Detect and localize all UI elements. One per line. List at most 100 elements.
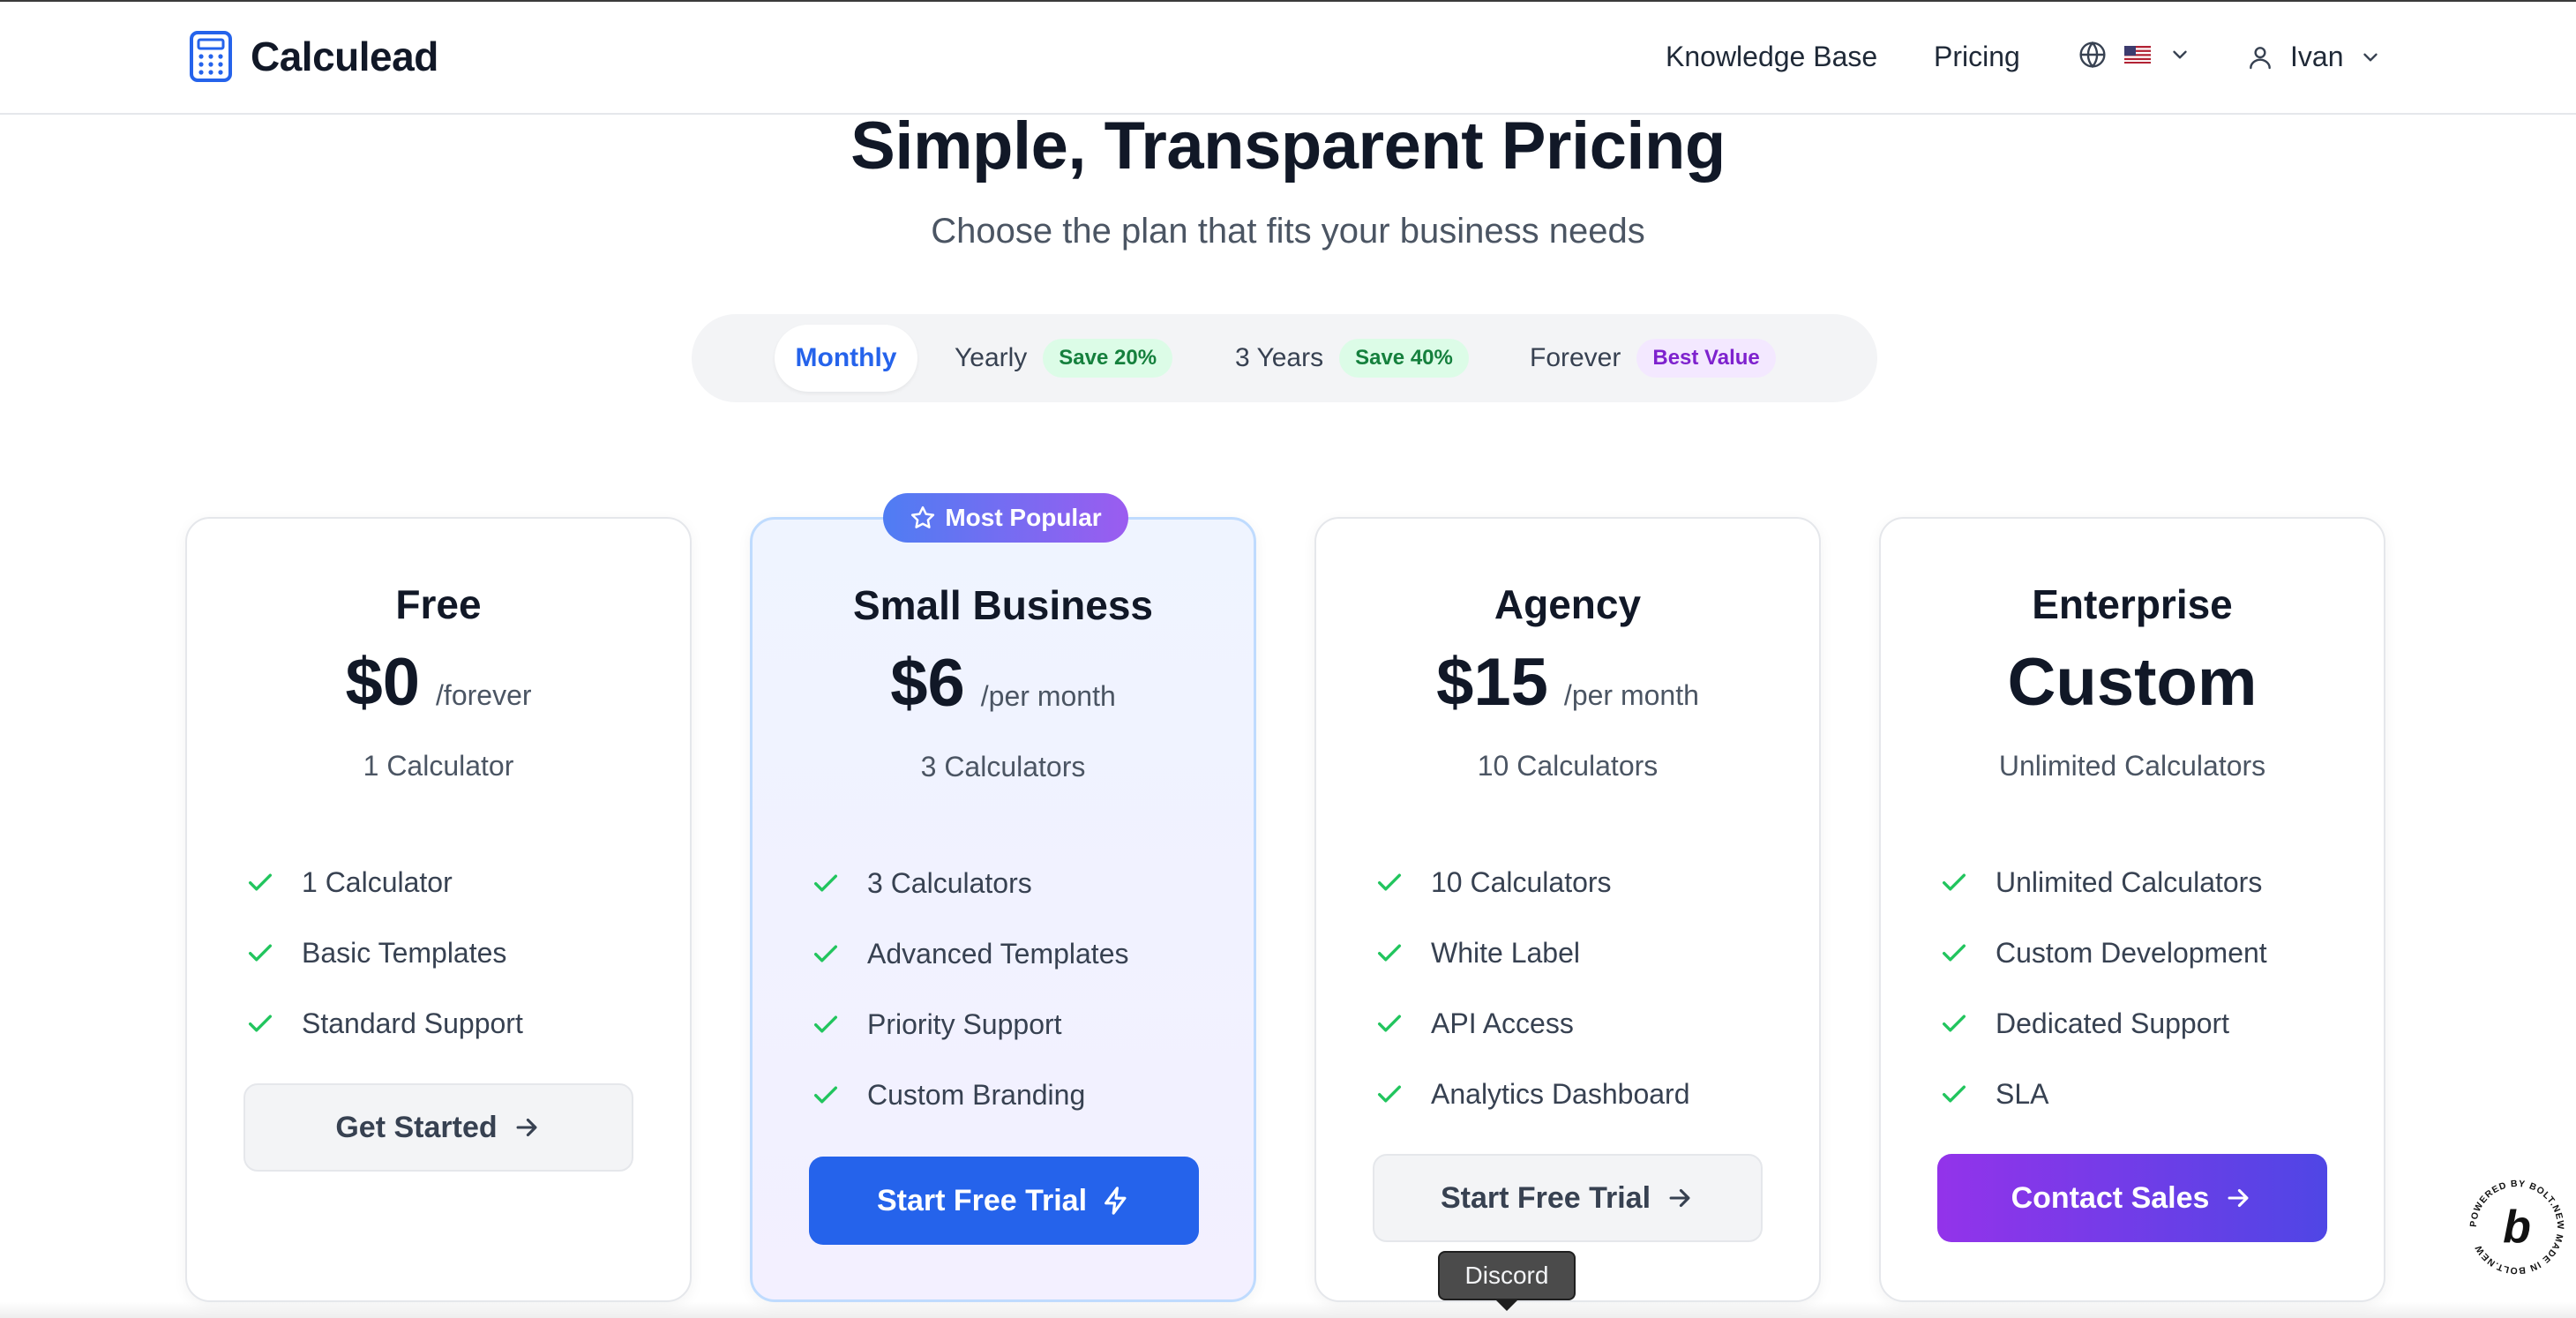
bolt-badge[interactable]: POWERED BY BOLT.NEW MADE IN BOLT.NEW b <box>2461 1172 2572 1283</box>
user-name: Ivan <box>2290 41 2344 72</box>
feature-item: API Access <box>1374 988 1689 1059</box>
arrow-right-icon <box>516 1118 537 1137</box>
check-icon <box>813 1086 838 1104</box>
plan-card-free: Free $0 /forever 1 Calculator 1 Calculat… <box>185 517 692 1302</box>
button-label: Contact Sales <box>2011 1180 2210 1215</box>
feature-text: Basic Templates <box>302 936 507 969</box>
billing-option-3-years[interactable]: 3 Years Save 40% <box>1235 325 1469 392</box>
billing-period-toggle: Monthly Yearly Save 20% 3 Years Save 40%… <box>692 314 1877 402</box>
feature-list: 3 Calculators Advanced Templates Priorit… <box>811 848 1128 1130</box>
feature-text: Priority Support <box>867 1007 1062 1040</box>
arrow-right-icon <box>2228 1188 2249 1208</box>
calculator-count: 1 Calculator <box>363 750 514 782</box>
plan-name: Small Business <box>852 582 1154 628</box>
best-value-badge: Best Value <box>1636 339 1776 378</box>
start-free-trial-button[interactable]: Start Free Trial <box>1373 1154 1763 1242</box>
most-popular-badge: Most Popular <box>883 493 1128 543</box>
discord-tooltip: Discord <box>1438 1251 1576 1300</box>
billing-option-monthly[interactable]: Monthly <box>775 325 917 392</box>
top-navbar: Calculead Knowledge Base Pricing Ivan <box>0 0 2576 115</box>
billing-option-label: Monthly <box>795 343 897 372</box>
feature-list: 10 Calculators White Label API Access An… <box>1374 847 1689 1129</box>
brand-name: Calculead <box>251 34 438 79</box>
user-icon <box>2250 46 2271 69</box>
check-icon <box>1942 873 1966 891</box>
button-label: Get Started <box>335 1110 498 1144</box>
arrow-right-icon <box>1669 1188 1690 1208</box>
feature-list: 1 Calculator Basic Templates Standard Su… <box>245 847 523 1059</box>
bottom-edge-shadow <box>0 1302 2576 1318</box>
check-icon <box>813 874 838 892</box>
check-icon <box>1377 873 1402 891</box>
feature-item: 1 Calculator <box>245 847 523 917</box>
start-free-trial-button[interactable]: Start Free Trial <box>809 1157 1199 1245</box>
check-icon <box>248 873 273 891</box>
feature-text: Advanced Templates <box>867 937 1129 970</box>
savings-badge: Save 20% <box>1043 339 1173 378</box>
get-started-button[interactable]: Get Started <box>243 1083 633 1172</box>
feature-text: Custom Development <box>1996 936 2267 969</box>
feature-text: SLA <box>1996 1077 2049 1110</box>
nav-pricing[interactable]: Pricing <box>1934 41 2020 73</box>
feature-text: Standard Support <box>302 1007 523 1039</box>
plan-price: Custom <box>2007 645 2258 720</box>
globe-icon <box>2079 41 2106 69</box>
feature-text: White Label <box>1431 936 1580 969</box>
plan-period: /per month <box>1563 679 1699 711</box>
feature-item: Basic Templates <box>245 917 523 988</box>
badge-label: Most Popular <box>945 504 1102 531</box>
language-selector[interactable] <box>2078 41 2191 69</box>
calculator-icon <box>190 31 232 82</box>
bolt-logo-icon: POWERED BY BOLT.NEW MADE IN BOLT.NEW b <box>2464 1174 2570 1280</box>
us-flag-icon <box>2124 46 2151 64</box>
feature-item: Priority Support <box>811 989 1128 1060</box>
price-row: Custom <box>1881 644 2384 721</box>
billing-option-yearly[interactable]: Yearly Save 20% <box>955 325 1173 392</box>
feature-list: Unlimited Calculators Custom Development… <box>1939 847 2267 1129</box>
feature-text: 3 Calculators <box>867 866 1032 899</box>
user-menu[interactable]: Ivan <box>2246 41 2382 73</box>
feature-item: Custom Development <box>1939 917 2267 988</box>
chevron-down-icon <box>2173 50 2187 59</box>
check-icon <box>248 944 273 962</box>
feature-item: White Label <box>1374 917 1689 988</box>
feature-item: 3 Calculators <box>811 848 1128 918</box>
billing-option-forever[interactable]: Forever Best Value <box>1530 325 1776 392</box>
feature-item: Unlimited Calculators <box>1939 847 2267 917</box>
nav-knowledge-base[interactable]: Knowledge Base <box>1666 41 1877 73</box>
lightning-icon <box>1105 1187 1127 1215</box>
feature-item: Standard Support <box>245 988 523 1059</box>
feature-item: 10 Calculators <box>1374 847 1689 917</box>
feature-text: Dedicated Support <box>1996 1007 2230 1039</box>
check-icon <box>1942 944 1966 962</box>
check-icon <box>1942 1015 1966 1032</box>
chevron-down-icon <box>2363 53 2378 61</box>
billing-option-label: Forever <box>1530 343 1621 372</box>
brand-logo-link[interactable]: Calculead <box>189 30 438 83</box>
check-icon <box>1377 1085 1402 1103</box>
page-subtitle: Choose the plan that fits your business … <box>931 212 1645 251</box>
contact-sales-button[interactable]: Contact Sales <box>1937 1154 2327 1242</box>
plan-card-agency: Agency $15 /per month 10 Calculators 10 … <box>1314 517 1821 1302</box>
price-row: $6 /per month <box>753 645 1254 722</box>
feature-text: Analytics Dashboard <box>1431 1077 1690 1110</box>
feature-item: Advanced Templates <box>811 918 1128 989</box>
page-title: Simple, Transparent Pricing <box>850 109 1726 183</box>
feature-item: Dedicated Support <box>1939 988 2267 1059</box>
billing-option-label: 3 Years <box>1235 343 1324 372</box>
feature-text: API Access <box>1431 1007 1574 1039</box>
plan-name: Free <box>395 581 482 627</box>
plan-price: $15 <box>1436 645 1548 720</box>
plan-period: /forever <box>436 679 532 711</box>
button-label: Start Free Trial <box>1440 1180 1651 1215</box>
feature-text: 10 Calculators <box>1431 865 1612 898</box>
plan-name: Agency <box>1494 581 1642 627</box>
tooltip-arrow <box>1494 1299 1519 1311</box>
price-row: $0 /forever <box>187 644 690 721</box>
star-icon <box>911 505 935 528</box>
check-icon <box>248 1015 273 1032</box>
plan-card-small-business: Most Popular Small Business $6 /per mont… <box>750 493 1256 1302</box>
plan-card-enterprise: Enterprise Custom Unlimited Calculators … <box>1879 517 2385 1302</box>
billing-option-label: Yearly <box>955 343 1028 372</box>
calculator-count: Unlimited Calculators <box>1998 750 2266 782</box>
